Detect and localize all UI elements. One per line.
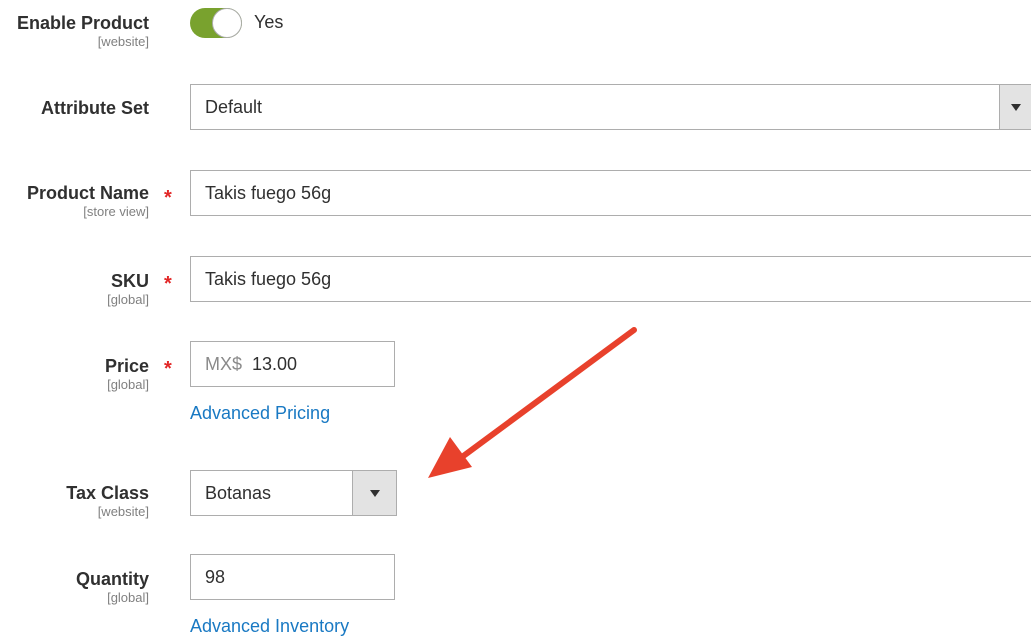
- product-name-label-group: Product Name [store view]: [27, 182, 149, 220]
- quantity-value: 98: [205, 567, 226, 587]
- product-name-required-mark: *: [164, 187, 172, 209]
- quantity-scope: [global]: [107, 590, 149, 605]
- product-name-value: Takis fuego 56g: [205, 183, 332, 203]
- enable-product-value: Yes: [254, 12, 284, 32]
- advanced-pricing-link[interactable]: Advanced Pricing: [190, 403, 330, 424]
- quantity-label: Quantity: [75, 569, 149, 589]
- price-label-group: Price [global]: [105, 355, 149, 393]
- sku-required-mark: *: [164, 273, 172, 295]
- caret-down-icon: [1010, 104, 1021, 111]
- advanced-inventory-link[interactable]: Advanced Inventory: [190, 616, 349, 637]
- enable-product-label-group: Enable Product [website]: [17, 12, 149, 50]
- price-currency-prefix: MX$: [205, 354, 243, 374]
- product-name-input[interactable]: Takis fuego 56g: [190, 170, 1031, 216]
- tax-class-label: Tax Class: [66, 483, 149, 503]
- tax-class-scope: [website]: [97, 504, 149, 519]
- sku-scope: [global]: [107, 292, 149, 307]
- tax-class-label-group: Tax Class [website]: [66, 482, 149, 520]
- price-row: Price [global] * MX$ 13.00 Advanced Prici…: [0, 341, 1031, 441]
- attribute-set-value: Default: [205, 97, 263, 117]
- sku-label: SKU: [110, 271, 149, 291]
- tax-class-row: Tax Class [website] Botanas: [0, 470, 1031, 519]
- quantity-input[interactable]: 98: [190, 554, 395, 600]
- price-required-mark: *: [164, 358, 172, 380]
- product-name-row: Product Name [store view] * Takis fuego …: [0, 170, 1031, 219]
- product-name-label: Product Name: [26, 183, 149, 203]
- quantity-label-group: Quantity [global]: [76, 568, 149, 606]
- attribute-set-dropdown-button[interactable]: [999, 85, 1031, 129]
- price-label: Price: [104, 356, 149, 376]
- attribute-set-select[interactable]: Default: [190, 84, 1031, 130]
- tax-class-value: Botanas: [205, 483, 272, 503]
- enable-product-toggle[interactable]: [190, 8, 242, 38]
- enable-product-label: Enable Product: [16, 13, 149, 33]
- sku-row: SKU [global] * Takis fuego 56g: [0, 256, 1031, 307]
- enable-product-row: Enable Product [website] Yes: [0, 0, 1031, 60]
- enable-product-scope: [website]: [97, 34, 149, 49]
- price-scope: [global]: [107, 377, 149, 392]
- price-input[interactable]: MX$ 13.00: [190, 341, 395, 387]
- caret-down-icon: [369, 490, 380, 497]
- sku-input[interactable]: Takis fuego 56g: [190, 256, 1031, 302]
- product-name-scope: [store view]: [83, 204, 149, 219]
- sku-label-group: SKU [global]: [107, 270, 149, 308]
- toggle-knob: [212, 8, 242, 38]
- attribute-set-label-group: Attribute Set: [41, 97, 149, 119]
- sku-value: Takis fuego 56g: [205, 269, 332, 289]
- price-value: 13.00: [252, 354, 298, 374]
- product-form: Enable Product [website] Yes Attribute S…: [0, 0, 1031, 637]
- quantity-row: Quantity [global] 98 Advanced Inventory: [0, 554, 1031, 637]
- tax-class-dropdown-button[interactable]: [352, 471, 396, 515]
- tax-class-select[interactable]: Botanas: [190, 470, 397, 516]
- attribute-set-row: Attribute Set Default: [0, 84, 1031, 130]
- attribute-set-label: Attribute Set: [41, 98, 149, 118]
